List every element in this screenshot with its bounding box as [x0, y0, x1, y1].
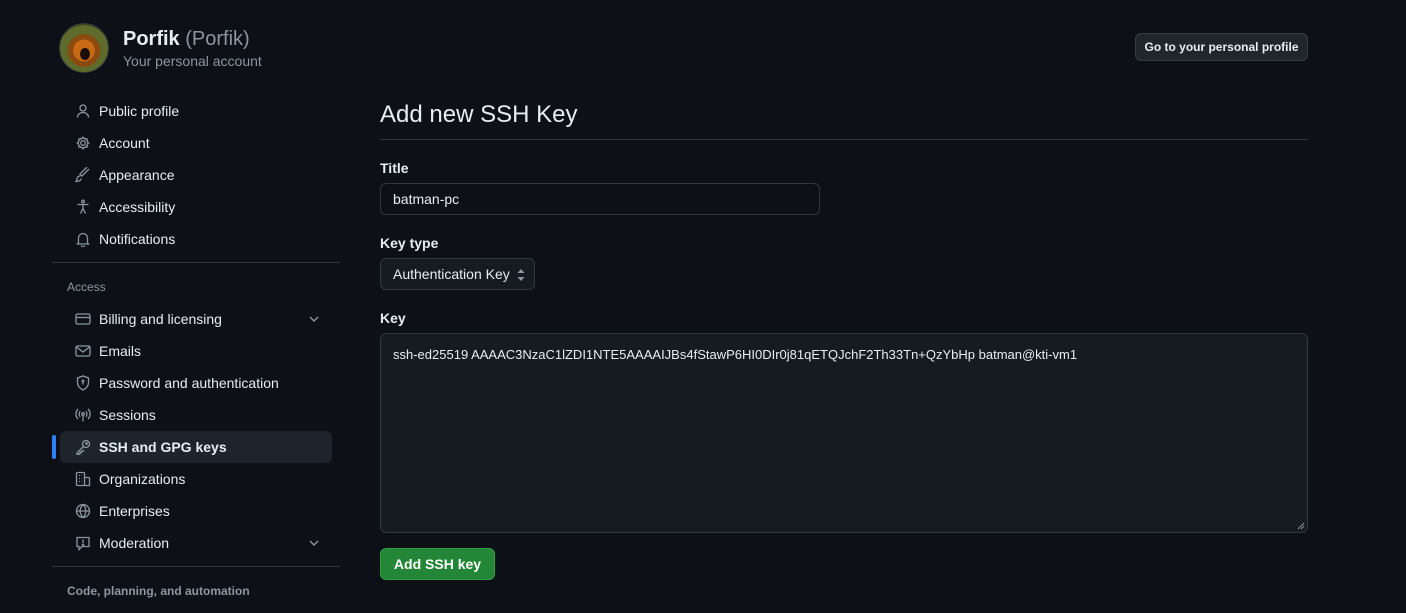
credit-card-icon [75, 311, 91, 327]
sidebar-item-enterprises[interactable]: Enterprises [60, 495, 332, 527]
sidebar-divider [52, 262, 340, 263]
key-type-select[interactable]: Authentication Key [380, 258, 535, 290]
sidebar-item-label: Public profile [99, 103, 180, 119]
globe-icon [75, 503, 91, 519]
sidebar-item-account[interactable]: Account [60, 127, 332, 159]
key-label: Key [380, 310, 406, 326]
report-icon [75, 535, 91, 551]
sidebar-item-label: SSH and GPG keys [99, 439, 227, 455]
sidebar-item-label: Notifications [99, 231, 176, 247]
user-name[interactable]: Porfik [123, 28, 180, 50]
sidebar-item-appearance[interactable]: Appearance [60, 159, 332, 191]
resize-handle-icon[interactable] [1297, 522, 1305, 530]
settings-sidebar: Public profile Account Appearance Access… [52, 95, 340, 607]
title-input[interactable]: batman-pc [380, 183, 820, 215]
chevron-down-icon[interactable] [306, 311, 322, 327]
user-name-line: Porfik (Porfik) [123, 26, 262, 52]
sidebar-item-moderation[interactable]: Moderation [60, 527, 332, 559]
sidebar-item-label: Account [99, 135, 150, 151]
key-type-label: Key type [380, 235, 439, 251]
add-ssh-key-button[interactable]: Add SSH key [380, 548, 495, 580]
sidebar-item-accessibility[interactable]: Accessibility [60, 191, 332, 223]
section-heading-code: Code, planning, and automation [67, 584, 250, 598]
user-login: (Porfik) [185, 28, 250, 50]
user-meta: Porfik (Porfik) Your personal account [123, 26, 262, 70]
key-type-value: Authentication Key [393, 266, 510, 282]
organization-icon [75, 471, 91, 487]
sidebar-item-billing[interactable]: Billing and licensing [60, 303, 332, 335]
sidebar-item-public-profile[interactable]: Public profile [60, 95, 332, 127]
avatar[interactable] [59, 23, 109, 73]
chevron-down-icon[interactable] [306, 535, 322, 551]
shield-lock-icon [75, 375, 91, 391]
paintbrush-icon [75, 167, 91, 183]
ssh-settings-page: Porfik (Porfik) Your personal account Go… [0, 0, 1406, 613]
sidebar-item-label: Organizations [99, 471, 186, 487]
go-to-profile-button[interactable]: Go to your personal profile [1135, 33, 1308, 61]
gear-icon [75, 135, 91, 151]
sidebar-item-label: Billing and licensing [99, 311, 222, 327]
sidebar-item-sessions[interactable]: Sessions [60, 399, 332, 431]
account-subtitle: Your personal account [123, 53, 262, 69]
sidebar-item-label: Appearance [99, 167, 175, 183]
account-header: Porfik (Porfik) Your personal account [59, 23, 262, 73]
sidebar-item-label: Sessions [99, 407, 156, 423]
sidebar-item-label: Password and authentication [99, 375, 279, 391]
sidebar-item-label: Moderation [99, 535, 170, 551]
sidebar-item-label: Emails [99, 343, 142, 359]
bell-icon [75, 231, 91, 247]
accessibility-icon [75, 199, 91, 215]
key-icon [75, 439, 91, 455]
title-divider [380, 139, 1308, 140]
section-heading-access: Access [67, 280, 106, 294]
person-icon [75, 103, 91, 119]
title-label: Title [380, 160, 409, 176]
sidebar-item-notifications[interactable]: Notifications [60, 223, 332, 255]
key-value: ssh-ed25519 AAAAC3NzaC1lZDI1NTE5AAAAIJBs… [393, 347, 1078, 362]
sidebar-item-organizations[interactable]: Organizations [60, 463, 332, 495]
ssh-key-form: Add new SSH Key Title batman-pc Key type… [380, 95, 1308, 580]
sidebar-item-emails[interactable]: Emails [60, 335, 332, 367]
sidebar-item-password-auth[interactable]: Password and authentication [60, 367, 332, 399]
sidebar-item-label: Accessibility [99, 199, 176, 215]
sidebar-item-ssh-gpg-keys[interactable]: SSH and GPG keys [52, 431, 332, 463]
broadcast-icon [75, 407, 91, 423]
select-arrows-icon [517, 269, 525, 281]
page-title: Add new SSH Key [380, 101, 578, 128]
key-textarea[interactable]: ssh-ed25519 AAAAC3NzaC1lZDI1NTE5AAAAIJBs… [380, 333, 1308, 533]
sidebar-divider [52, 566, 340, 567]
sidebar-item-label: Enterprises [99, 503, 170, 519]
mail-icon [75, 343, 91, 359]
